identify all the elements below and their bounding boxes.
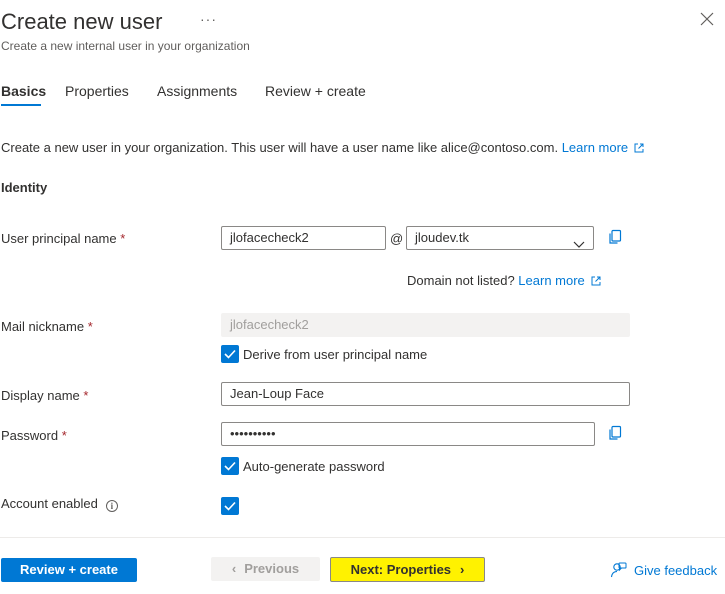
external-link-icon bbox=[591, 274, 601, 289]
required-marker: * bbox=[120, 231, 126, 246]
give-feedback-link[interactable]: Give feedback bbox=[610, 562, 717, 578]
account-enabled-checkbox[interactable] bbox=[221, 497, 239, 515]
account-enabled-label: Account enabled i bbox=[1, 496, 118, 512]
required-marker: * bbox=[83, 388, 89, 403]
tab-properties[interactable]: Properties bbox=[65, 82, 129, 100]
copy-password-icon[interactable] bbox=[607, 425, 623, 441]
chevron-down-icon bbox=[573, 234, 585, 249]
domain-hint-text: Domain not listed? bbox=[407, 273, 515, 288]
intro-text: Create a new user in your organization. … bbox=[1, 140, 644, 156]
next-label: Next: Properties bbox=[350, 562, 452, 577]
tab-review-create[interactable]: Review + create bbox=[265, 82, 366, 100]
chevron-left-icon: ‹ bbox=[231, 561, 237, 576]
required-marker: * bbox=[87, 319, 93, 334]
info-icon[interactable]: i bbox=[105, 500, 118, 512]
previous-button[interactable]: ‹ Previous bbox=[211, 557, 320, 581]
password-input[interactable]: •••••••••• bbox=[221, 422, 595, 446]
review-create-button[interactable]: Review + create bbox=[1, 558, 137, 582]
required-marker: * bbox=[61, 428, 67, 443]
page-subtitle: Create a new internal user in your organ… bbox=[1, 39, 250, 53]
domain-select[interactable]: jloudev.tk bbox=[406, 226, 594, 250]
active-tab-indicator bbox=[1, 104, 41, 106]
autogen-password-checkbox[interactable] bbox=[221, 457, 239, 475]
previous-label: Previous bbox=[244, 561, 300, 576]
feedback-icon bbox=[610, 562, 634, 578]
display-name-label: Display name * bbox=[1, 388, 88, 403]
derive-label: Derive from user principal name bbox=[243, 347, 428, 362]
display-name-input[interactable]: Jean-Loup Face bbox=[221, 382, 630, 406]
domain-select-value: jloudev.tk bbox=[415, 230, 469, 245]
domain-hint: Domain not listed? Learn more bbox=[407, 273, 601, 289]
account-enabled-label-text: Account enabled bbox=[1, 496, 98, 511]
tab-assignments[interactable]: Assignments bbox=[157, 82, 237, 100]
mail-nickname-label: Mail nickname * bbox=[1, 319, 93, 334]
copy-icon[interactable] bbox=[607, 229, 623, 245]
footer-divider bbox=[0, 537, 725, 538]
close-icon[interactable] bbox=[700, 12, 716, 28]
mail-nickname-label-text: Mail nickname bbox=[1, 319, 85, 334]
autogen-password-label: Auto-generate password bbox=[243, 459, 385, 474]
domain-learn-more-label[interactable]: Learn more bbox=[518, 273, 584, 288]
page-title: Create new user bbox=[1, 9, 163, 34]
display-name-label-text: Display name bbox=[1, 388, 80, 403]
upn-input[interactable]: jlofacecheck2 bbox=[221, 226, 386, 250]
chevron-right-icon: › bbox=[460, 562, 465, 577]
mail-nickname-input: jlofacecheck2 bbox=[221, 313, 630, 337]
feedback-label[interactable]: Give feedback bbox=[634, 563, 717, 578]
tab-basics[interactable]: Basics bbox=[1, 82, 46, 100]
more-options-icon[interactable]: ··· bbox=[200, 11, 217, 27]
at-symbol: @ bbox=[390, 231, 404, 246]
upn-label-text: User principal name bbox=[1, 231, 117, 246]
next-properties-button[interactable]: Next: Properties › bbox=[330, 557, 485, 582]
derive-checkbox[interactable] bbox=[221, 345, 239, 363]
password-label-text: Password bbox=[1, 428, 59, 443]
learn-more-link[interactable]: Learn more bbox=[562, 140, 644, 155]
intro-description: Create a new user in your organization. … bbox=[1, 140, 559, 155]
upn-label: User principal name * bbox=[1, 231, 125, 246]
password-label: Password * bbox=[1, 428, 67, 443]
external-link-icon bbox=[634, 141, 644, 156]
domain-learn-more-link[interactable]: Learn more bbox=[518, 273, 601, 289]
identity-section-heading: Identity bbox=[1, 180, 48, 195]
learn-more-label[interactable]: Learn more bbox=[562, 140, 628, 155]
